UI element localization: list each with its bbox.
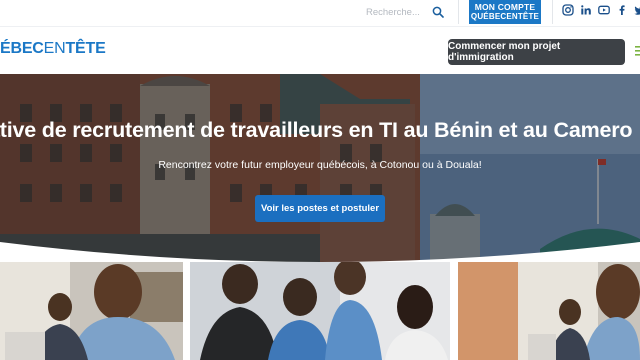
logo-text-part2: EN	[43, 40, 66, 57]
photo-office-man	[0, 262, 183, 360]
logo-text-part1: ÉBEC	[0, 40, 44, 57]
logo-text-part3: TÊTE	[65, 40, 106, 57]
youtube-icon[interactable]	[598, 4, 610, 16]
site-header: ÉBECENTÊTE Commencer mon projet d'immigr…	[0, 26, 640, 74]
view-jobs-button[interactable]: Voir les postes et postuler	[255, 195, 385, 222]
account-button[interactable]: MON COMPTE QUÉBECENTÊTE	[469, 0, 541, 24]
top-utility-bar: MON COMPTE QUÉBECENTÊTE	[0, 0, 640, 26]
account-label-line2: QUÉBECENTÊTE	[470, 11, 540, 21]
hero-title: ative de recrutement de travailleurs en …	[0, 118, 633, 142]
search-icon[interactable]	[432, 6, 444, 18]
facebook-icon[interactable]	[616, 4, 628, 16]
photo-office-man-2	[458, 262, 640, 360]
twitter-icon[interactable]	[634, 4, 640, 16]
photo-strip	[0, 262, 640, 360]
search-input[interactable]	[366, 6, 428, 18]
hero-banner: ative de recrutement de travailleurs en …	[0, 74, 640, 274]
menu-icon[interactable]	[634, 45, 640, 57]
hero-subtitle: Rencontrez votre futur employeur québéco…	[158, 159, 482, 171]
divider	[458, 0, 459, 24]
photo-team	[190, 262, 450, 360]
start-immigration-button[interactable]: Commencer mon projet d'immigration	[448, 39, 625, 65]
social-links	[562, 4, 640, 16]
linkedin-icon[interactable]	[580, 4, 592, 16]
account-label-line1: MON COMPTE	[474, 2, 536, 13]
instagram-icon[interactable]	[562, 4, 574, 16]
divider	[552, 0, 553, 24]
search-box	[366, 2, 450, 22]
site-logo[interactable]: ÉBECENTÊTE	[0, 40, 106, 58]
